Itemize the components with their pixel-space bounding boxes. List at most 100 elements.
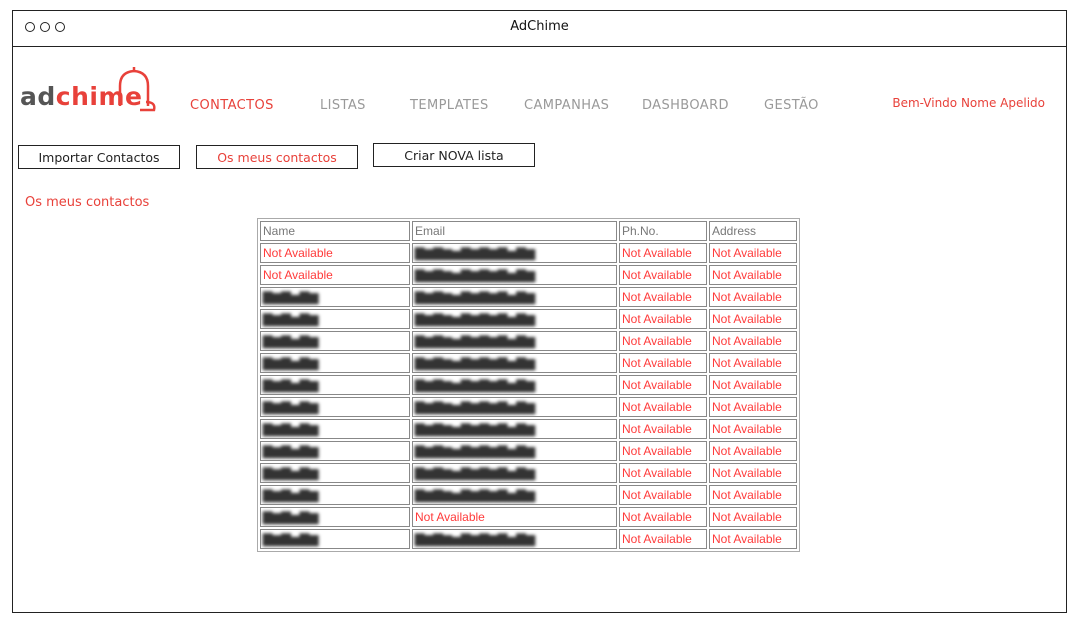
cell-name: Not Available <box>260 265 410 285</box>
table-row[interactable]: ▇▆▇▅▇▆ ▇▆▇▆▅▇▆▇▆▇▅▇▆ Not Available Not Avai… <box>260 309 797 329</box>
my-contacts-button[interactable]: Os meus contactos <box>196 145 358 169</box>
cell-name: ▇▆▇▅▇▆ <box>260 287 410 307</box>
nav-dashboard[interactable]: DASHBOARD <box>642 98 729 113</box>
cell-address: Not Available <box>709 265 797 285</box>
obscured-value: ▇▆▇▅▇▆ <box>263 378 319 392</box>
cell-address: Not Available <box>709 331 797 351</box>
nav-campanhas[interactable]: CAMPANHAS <box>524 98 609 113</box>
header-name[interactable]: Name <box>260 221 410 241</box>
cell-phone: Not Available <box>619 243 707 263</box>
table-row[interactable]: Not Available ▇▆▇▆▅▇▆▇▆▇▅▇▆ Not Available N… <box>260 243 797 263</box>
obscured-value: ▇▆▇▆▅▇▆▇▆▇▅▇▆ <box>415 532 535 546</box>
cell-email: ▇▆▇▆▅▇▆▇▆▇▅▇▆ <box>412 463 617 483</box>
nav-listas[interactable]: LISTAS <box>320 98 366 113</box>
table-row[interactable]: ▇▆▇▅▇▆ ▇▆▇▆▅▇▆▇▆▇▅▇▆ Not Available Not Avai… <box>260 331 797 351</box>
cell-phone: Not Available <box>619 331 707 351</box>
nav-contactos[interactable]: CONTACTOS <box>190 98 274 113</box>
title-bar: AdChime <box>13 11 1066 47</box>
cell-address: Not Available <box>709 485 797 505</box>
cell-phone: Not Available <box>619 441 707 461</box>
table-row[interactable]: ▇▆▇▅▇▆ ▇▆▇▆▅▇▆▇▆▇▅▇▆ Not Available Not Avai… <box>260 463 797 483</box>
cell-phone: Not Available <box>619 419 707 439</box>
obscured-value: ▇▆▇▅▇▆ <box>263 400 319 414</box>
cell-address: Not Available <box>709 419 797 439</box>
table-row[interactable]: ▇▆▇▅▇▆ ▇▆▇▆▅▇▆▇▆▇▅▇▆ Not Available Not Avai… <box>260 441 797 461</box>
obscured-value: ▇▆▇▅▇▆ <box>263 422 319 436</box>
obscured-value: ▇▆▇▆▅▇▆▇▆▇▅▇▆ <box>415 312 535 326</box>
cell-name: ▇▆▇▅▇▆ <box>260 397 410 417</box>
table-header-row: Name Email Ph.No. Address <box>260 221 797 241</box>
cell-phone: Not Available <box>619 397 707 417</box>
cell-address: Not Available <box>709 529 797 549</box>
obscured-value: ▇▆▇▅▇▆ <box>263 488 319 502</box>
obscured-value: ▇▆▇▆▅▇▆▇▆▇▅▇▆ <box>415 246 535 260</box>
cell-phone: Not Available <box>619 529 707 549</box>
cell-name: ▇▆▇▅▇▆ <box>260 419 410 439</box>
import-contacts-button[interactable]: Importar Contactos <box>18 145 180 169</box>
nav-templates[interactable]: TEMPLATES <box>410 98 489 113</box>
cell-email: ▇▆▇▆▅▇▆▇▆▇▅▇▆ <box>412 287 617 307</box>
header-email[interactable]: Email <box>412 221 617 241</box>
cell-address: Not Available <box>709 309 797 329</box>
cell-address: Not Available <box>709 375 797 395</box>
cell-address: Not Available <box>709 507 797 527</box>
cell-phone: Not Available <box>619 309 707 329</box>
adchime-logo[interactable]: adchime <box>20 66 170 112</box>
header-phone[interactable]: Ph.No. <box>619 221 707 241</box>
obscured-value: ▇▆▇▅▇▆ <box>263 532 319 546</box>
obscured-value: ▇▆▇▅▇▆ <box>263 444 319 458</box>
cell-name: ▇▆▇▅▇▆ <box>260 309 410 329</box>
header-address[interactable]: Address <box>709 221 797 241</box>
cell-phone: Not Available <box>619 287 707 307</box>
cell-email: ▇▆▇▆▅▇▆▇▆▇▅▇▆ <box>412 419 617 439</box>
cell-email: ▇▆▇▆▅▇▆▇▆▇▅▇▆ <box>412 331 617 351</box>
table-row[interactable]: ▇▆▇▅▇▆ ▇▆▇▆▅▇▆▇▆▇▅▇▆ Not Available Not Avai… <box>260 529 797 549</box>
cell-email: ▇▆▇▆▅▇▆▇▆▇▅▇▆ <box>412 397 617 417</box>
cell-name: ▇▆▇▅▇▆ <box>260 507 410 527</box>
obscured-value: ▇▆▇▅▇▆ <box>263 290 319 304</box>
cell-email: ▇▆▇▆▅▇▆▇▆▇▅▇▆ <box>412 243 617 263</box>
bell-icon <box>118 67 156 112</box>
obscured-value: ▇▆▇▆▅▇▆▇▆▇▅▇▆ <box>415 466 535 480</box>
cell-address: Not Available <box>709 397 797 417</box>
cell-email: ▇▆▇▆▅▇▆▇▆▇▅▇▆ <box>412 441 617 461</box>
cell-name: ▇▆▇▅▇▆ <box>260 463 410 483</box>
obscured-value: ▇▆▇▅▇▆ <box>263 334 319 348</box>
cell-name: ▇▆▇▅▇▆ <box>260 375 410 395</box>
nav-gestao[interactable]: GESTÃO <box>764 98 819 113</box>
cell-phone: Not Available <box>619 507 707 527</box>
table-row[interactable]: ▇▆▇▅▇▆ ▇▆▇▆▅▇▆▇▆▇▅▇▆ Not Available Not Avai… <box>260 375 797 395</box>
cell-name: Not Available <box>260 243 410 263</box>
create-new-list-button[interactable]: Criar NOVA lista <box>373 143 535 167</box>
cell-phone: Not Available <box>619 375 707 395</box>
window-title: AdChime <box>510 19 569 34</box>
contacts-table: Name Email Ph.No. Address Not Available ▇… <box>257 218 800 552</box>
table-row[interactable]: ▇▆▇▅▇▆ ▇▆▇▆▅▇▆▇▆▇▅▇▆ Not Available Not Avai… <box>260 353 797 373</box>
obscured-value: ▇▆▇▆▅▇▆▇▆▇▅▇▆ <box>415 334 535 348</box>
cell-email: ▇▆▇▆▅▇▆▇▆▇▅▇▆ <box>412 375 617 395</box>
cell-email: Not Available <box>412 507 617 527</box>
cell-address: Not Available <box>709 463 797 483</box>
obscured-value: ▇▆▇▆▅▇▆▇▆▇▅▇▆ <box>415 444 535 458</box>
table-row[interactable]: ▇▆▇▅▇▆ Not Available Not Available Not Avai… <box>260 507 797 527</box>
obscured-value: ▇▆▇▆▅▇▆▇▆▇▅▇▆ <box>415 268 535 282</box>
section-title: Os meus contactos <box>25 195 150 210</box>
table-row[interactable]: ▇▆▇▅▇▆ ▇▆▇▆▅▇▆▇▆▇▅▇▆ Not Available Not Avai… <box>260 287 797 307</box>
welcome-user-link[interactable]: Bem-Vindo Nome Apelido <box>892 96 1045 110</box>
table-row[interactable]: ▇▆▇▅▇▆ ▇▆▇▆▅▇▆▇▆▇▅▇▆ Not Available Not Avai… <box>260 397 797 417</box>
obscured-value: ▇▆▇▆▅▇▆▇▆▇▅▇▆ <box>415 400 535 414</box>
obscured-value: ▇▆▇▆▅▇▆▇▆▇▅▇▆ <box>415 488 535 502</box>
obscured-value: ▇▆▇▅▇▆ <box>263 312 319 326</box>
cell-email: ▇▆▇▆▅▇▆▇▆▇▅▇▆ <box>412 485 617 505</box>
cell-phone: Not Available <box>619 265 707 285</box>
table-row[interactable]: ▇▆▇▅▇▆ ▇▆▇▆▅▇▆▇▆▇▅▇▆ Not Available Not Avai… <box>260 485 797 505</box>
cell-name: ▇▆▇▅▇▆ <box>260 485 410 505</box>
cell-email: ▇▆▇▆▅▇▆▇▆▇▅▇▆ <box>412 265 617 285</box>
table-row[interactable]: ▇▆▇▅▇▆ ▇▆▇▆▅▇▆▇▆▇▅▇▆ Not Available Not Avai… <box>260 419 797 439</box>
obscured-value: ▇▆▇▆▅▇▆▇▆▇▅▇▆ <box>415 378 535 392</box>
logo-text-ad: ad <box>20 82 56 111</box>
cell-email: ▇▆▇▆▅▇▆▇▆▇▅▇▆ <box>412 353 617 373</box>
obscured-value: ▇▆▇▅▇▆ <box>263 466 319 480</box>
obscured-value: ▇▆▇▆▅▇▆▇▆▇▅▇▆ <box>415 422 535 436</box>
table-row[interactable]: Not Available ▇▆▇▆▅▇▆▇▆▇▅▇▆ Not Available N… <box>260 265 797 285</box>
